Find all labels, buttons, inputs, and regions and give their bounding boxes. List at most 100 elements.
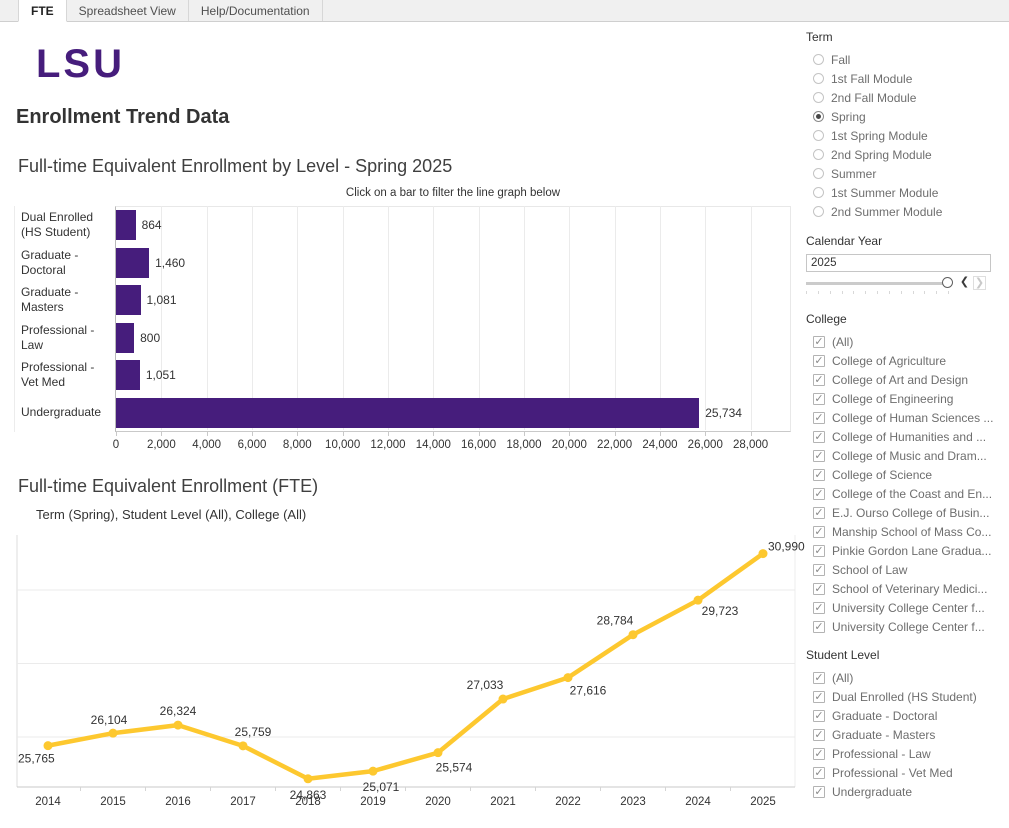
checkbox-option-school-of-law[interactable]: ✓School of Law	[806, 560, 1002, 579]
line-chart-title: Full-time Equivalent Enrollment (FTE)	[18, 476, 318, 497]
checkbox-option-manship-school-of-mass-co[interactable]: ✓ Manship School of Mass Co...	[806, 522, 1002, 541]
option-label: Pinkie Gordon Lane Gradua...	[832, 544, 991, 558]
data-point-2015[interactable]	[109, 729, 118, 738]
checkbox-option-college-of-art-and-design[interactable]: ✓ College of Art and Design	[806, 370, 1002, 389]
data-point-2018[interactable]	[304, 774, 313, 783]
slider-next-button[interactable]: ❯	[973, 276, 986, 290]
checkbox-option-school-of-veterinary-medici[interactable]: ✓School of Veterinary Medici...	[806, 579, 1002, 598]
checkbox-option-college-of-science[interactable]: ✓College of Science	[806, 465, 1002, 484]
data-point-2021[interactable]	[499, 695, 508, 704]
data-point-2019[interactable]	[369, 767, 378, 776]
option-label: College of Art and Design	[832, 373, 968, 387]
checkbox-icon: ✓	[813, 374, 825, 386]
radio-option-summer[interactable]: Summer	[806, 164, 1002, 183]
option-label: Graduate - Masters	[832, 728, 935, 742]
axis-tick	[751, 432, 752, 436]
checkbox-option-all[interactable]: ✓(All)	[806, 332, 1002, 351]
axis-tick	[660, 432, 661, 436]
axis-tick	[479, 432, 480, 436]
checkbox-option-all[interactable]: ✓(All)	[806, 668, 1002, 687]
tab-spreadsheet-view[interactable]: Spreadsheet View	[67, 0, 189, 21]
radio-icon	[813, 111, 824, 122]
checkbox-option-professional-law[interactable]: ✓Professional - Law	[806, 744, 1002, 763]
radio-option-2nd-fall-module[interactable]: 2nd Fall Module	[806, 88, 1002, 107]
bar-professional-vet-med[interactable]	[116, 360, 140, 390]
checkbox-option-graduate-masters[interactable]: ✓Graduate - Masters	[806, 725, 1002, 744]
radio-option-1st-fall-module[interactable]: 1st Fall Module	[806, 69, 1002, 88]
option-label: 1st Fall Module	[831, 72, 912, 86]
checkbox-option-college-of-engineering[interactable]: ✓College of Engineering	[806, 389, 1002, 408]
x-axis-tick-label: 14,000	[416, 439, 451, 451]
checkbox-option-college-of-human-sciences[interactable]: ✓College of Human Sciences ...	[806, 408, 1002, 427]
filter-sidebar: Term Fall1st Fall Module2nd Fall ModuleS…	[800, 22, 1009, 828]
data-point-2017[interactable]	[239, 741, 248, 750]
calendar-year-input[interactable]	[806, 254, 991, 272]
slider-track[interactable]	[806, 282, 948, 285]
bar-value-label: 25,734	[705, 398, 742, 428]
option-label: 1st Spring Module	[831, 129, 928, 143]
gridline	[751, 206, 752, 430]
data-point-2016[interactable]	[174, 721, 183, 730]
bar-professional-law[interactable]	[116, 323, 134, 353]
axis-tick	[116, 432, 117, 436]
checkbox-option-college-of-the-coast-and-en[interactable]: ✓College of the Coast and En...	[806, 484, 1002, 503]
slider-prev-button[interactable]: ❮	[958, 276, 971, 290]
checkbox-option-pinkie-gordon-lane-gradua[interactable]: ✓Pinkie Gordon Lane Gradua...	[806, 541, 1002, 560]
x-axis-tick-label: 8,000	[283, 439, 312, 451]
checkbox-option-dual-enrolled-hs-student[interactable]: ✓Dual Enrolled (HS Student)	[806, 687, 1002, 706]
x-axis-year-label: 2023	[620, 796, 646, 808]
checkbox-option-e-j-ourso-college-of-busin[interactable]: ✓E.J. Ourso College of Busin...	[806, 503, 1002, 522]
term-options: Fall 1st Fall Module 2nd Fall ModuleSpring…	[806, 50, 1002, 221]
axis-tick	[524, 432, 525, 436]
gridline	[524, 206, 525, 430]
radio-option-spring[interactable]: Spring	[806, 107, 1002, 126]
option-label: (All)	[832, 671, 853, 685]
checkbox-option-graduate-doctoral[interactable]: ✓Graduate - Doctoral	[806, 706, 1002, 725]
data-point-2025[interactable]	[759, 549, 768, 558]
bar-undergraduate[interactable]	[116, 398, 699, 428]
tab-fte[interactable]: FTE	[18, 0, 67, 22]
data-point-2014[interactable]	[44, 741, 53, 750]
bar-graduate-doctoral[interactable]	[116, 248, 149, 278]
checkbox-option-university-college-center-f[interactable]: ✓University College Center f...	[806, 598, 1002, 617]
checkbox-icon: ✓	[813, 748, 825, 760]
checkbox-option-professional-vet-med[interactable]: ✓Professional - Vet Med	[806, 763, 1002, 782]
radio-option-2nd-summer-module[interactable]: 2nd Summer Module	[806, 202, 1002, 221]
option-label: College of Engineering	[832, 392, 953, 406]
data-point-2020[interactable]	[434, 748, 443, 757]
x-axis-tick-label: 24,000	[642, 439, 677, 451]
calendar-year-slider[interactable]: ❮ ❯	[806, 276, 1002, 302]
radio-option-2nd-spring-module[interactable]: 2nd Spring Module	[806, 145, 1002, 164]
tab-help-documentation[interactable]: Help/Documentation	[189, 0, 323, 21]
checkbox-option-college-of-music-and-dram[interactable]: ✓College of Music and Dram...	[806, 446, 1002, 465]
radio-option-1st-spring-module[interactable]: 1st Spring Module	[806, 126, 1002, 145]
option-label: Manship School of Mass Co...	[832, 525, 991, 539]
checkbox-option-college-of-humanities-and[interactable]: ✓College of Humanities and ...	[806, 427, 1002, 446]
x-axis-tick-label: 10,000	[325, 439, 360, 451]
data-point-2022[interactable]	[564, 673, 573, 682]
data-point-2023[interactable]	[629, 630, 638, 639]
bar-category-label: Professional -Vet Med	[21, 360, 113, 390]
x-axis-tick-label: 6,000	[238, 439, 267, 451]
option-label: Summer	[831, 167, 876, 181]
radio-option-1st-summer-module[interactable]: 1st Summer Module	[806, 183, 1002, 202]
option-label: College of Human Sciences ...	[832, 411, 993, 425]
bar-graduate-masters[interactable]	[116, 285, 141, 315]
bar-chart-subtitle: Click on a bar to filter the line graph …	[115, 187, 791, 199]
checkbox-option-undergraduate[interactable]: ✓Undergraduate	[806, 782, 1002, 801]
student-level-filter: Student Level ✓(All)✓Dual Enrolled (HS S…	[806, 648, 1002, 801]
checkbox-option-university-college-center-f[interactable]: ✓University College Center f...	[806, 617, 1002, 636]
radio-option-fall[interactable]: Fall	[806, 50, 1002, 69]
slider-handle[interactable]	[942, 277, 953, 288]
student-level-options: ✓(All)✓Dual Enrolled (HS Student)✓Gradua…	[806, 668, 1002, 801]
bar-value-label: 800	[140, 323, 160, 353]
checkbox-option-college-of-agriculture[interactable]: ✓College of Agriculture	[806, 351, 1002, 370]
x-axis-year-label: 2024	[685, 796, 711, 808]
student-level-filter-label: Student Level	[806, 648, 1002, 662]
checkbox-icon: ✓	[813, 469, 825, 481]
option-label: University College Center f...	[832, 620, 985, 634]
checkbox-icon: ✓	[813, 767, 825, 779]
bar-dual-enrolled-hs-student[interactable]	[116, 210, 136, 240]
axis-tick	[343, 432, 344, 436]
checkbox-icon: ✓	[813, 526, 825, 538]
